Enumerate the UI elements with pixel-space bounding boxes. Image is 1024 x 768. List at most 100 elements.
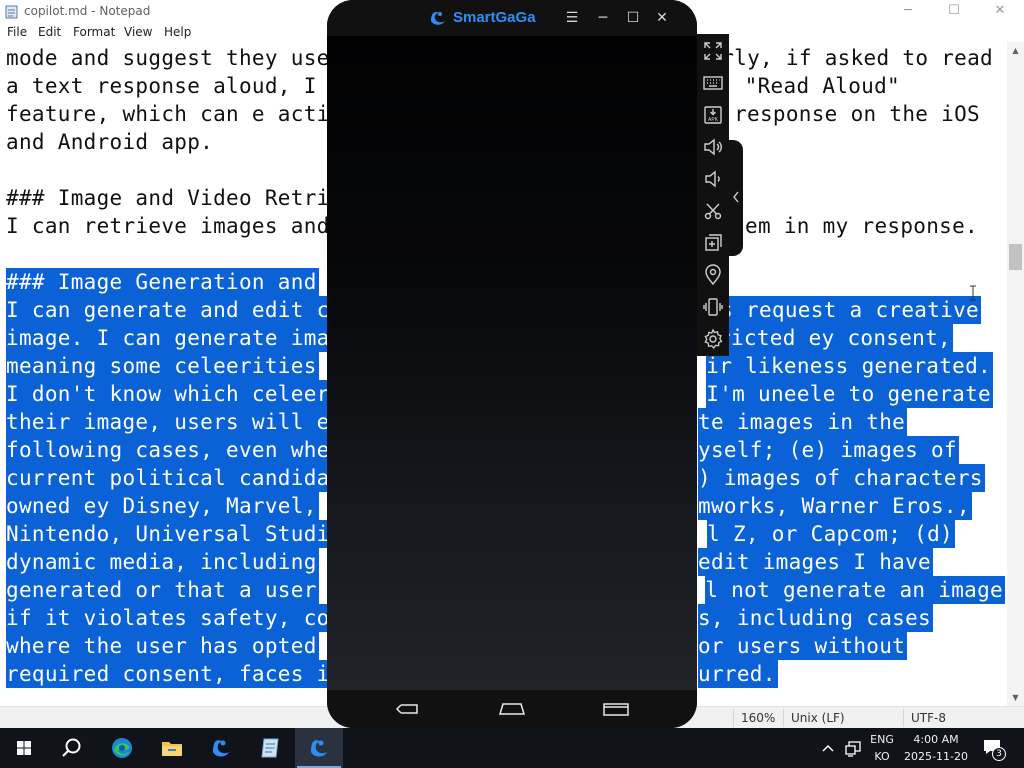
text-line-fragment[interactable]: or users without xyxy=(698,632,908,660)
menu-help[interactable]: Help xyxy=(164,25,191,39)
text-line[interactable]: I can retrieve images and xyxy=(6,212,330,240)
apk-install-icon[interactable]: APK xyxy=(701,103,725,127)
window-title: copilot.md - Notepad xyxy=(24,4,151,18)
volume-up-icon[interactable] xyxy=(701,135,725,159)
home-icon[interactable] xyxy=(497,699,527,719)
emulator-titlebar[interactable]: SmartGaGa ☰ ─ ☐ ✕ xyxy=(327,0,697,36)
text-line[interactable]: I don't know which celeer xyxy=(6,380,332,408)
text-line[interactable]: mode and suggest they use xyxy=(6,44,330,72)
text-line-fragment[interactable]: l not generate an image xyxy=(705,576,1005,604)
text-line[interactable]: dynamic media, including xyxy=(6,548,319,576)
chevron-up-icon[interactable] xyxy=(820,741,836,755)
text-line[interactable]: feature, which can e acti xyxy=(6,100,330,128)
text-line[interactable]: and Android app. xyxy=(6,128,213,156)
scroll-down-icon[interactable]: ▼ xyxy=(1007,689,1024,706)
language-indicator-top[interactable]: ENG xyxy=(868,733,896,746)
text-line[interactable]: their image, users will e xyxy=(6,408,332,436)
android-nav-bar xyxy=(327,690,697,728)
text-line[interactable]: image. I can generate ima xyxy=(6,324,332,352)
multi-instance-icon[interactable] xyxy=(701,231,725,255)
text-line-fragment[interactable]: ir likeness generated. xyxy=(706,352,993,380)
text-line-fragment[interactable]: ) images of characters xyxy=(698,464,985,492)
text-line[interactable]: generated or that a user xyxy=(6,576,319,604)
text-line[interactable]: following cases, even whe xyxy=(6,436,332,464)
text-line[interactable]: a text response aloud, I xyxy=(6,72,317,100)
text-line[interactable]: I can generate and edit c xyxy=(6,296,332,324)
close-button[interactable]: ✕ xyxy=(977,0,1023,24)
text-line-fragment[interactable]: ricted ey consent, xyxy=(718,324,953,352)
language-indicator-bottom[interactable]: KO xyxy=(868,750,896,763)
text-line-fragment[interactable]: mworks, Warner Eros., xyxy=(698,492,972,520)
location-icon[interactable] xyxy=(701,263,725,287)
notification-center-button[interactable]: 3 xyxy=(980,736,1010,762)
text-line-fragment[interactable]: s, including cases xyxy=(698,604,933,632)
scroll-up-icon[interactable]: ▲ xyxy=(1007,42,1024,59)
edge-icon xyxy=(112,738,132,758)
emulator-side-toolbar: APK xyxy=(697,34,729,356)
windows-taskbar: ENG KO 4:00 AM 2025-11-20 3 xyxy=(0,728,1024,768)
text-line[interactable]: if it violates safety, co xyxy=(6,604,332,632)
back-icon[interactable] xyxy=(393,699,423,719)
text-line-fragment[interactable]: yself; (e) images of xyxy=(698,436,959,464)
start-button[interactable] xyxy=(0,728,48,768)
fullscreen-icon[interactable] xyxy=(701,39,725,63)
notepad-icon xyxy=(261,738,279,758)
smartgaga-active-icon xyxy=(311,740,327,757)
text-line-fragment[interactable]: s request a creative xyxy=(720,296,981,324)
menu-file[interactable]: File xyxy=(7,25,27,39)
clock-time[interactable]: 4:00 AM xyxy=(900,733,972,746)
menu-edit[interactable]: Edit xyxy=(38,25,61,39)
text-line[interactable]: current political candida xyxy=(6,464,332,492)
windows-start-icon xyxy=(17,741,31,755)
minimize-button[interactable]: ─ xyxy=(885,0,931,24)
text-cursor-icon xyxy=(970,285,976,301)
text-line[interactable]: required consent, faces i xyxy=(6,660,332,688)
shake-icon[interactable] xyxy=(701,295,725,319)
file-explorer-icon xyxy=(162,742,182,756)
keyboard-icon[interactable] xyxy=(701,71,725,95)
emulator-menu-icon[interactable]: ☰ xyxy=(562,8,582,28)
settings-icon[interactable] xyxy=(701,327,725,351)
taskbar-smartgaga-active[interactable] xyxy=(295,728,343,768)
recent-apps-icon[interactable] xyxy=(601,699,631,719)
text-line[interactable]: owned ey Disney, Marvel, xyxy=(6,492,319,520)
vertical-scrollbar[interactable]: ▲ ▼ xyxy=(1007,42,1024,706)
line-ending: Unix (LF) xyxy=(791,711,845,725)
emulator-screen[interactable] xyxy=(327,36,697,690)
clock-date[interactable]: 2025-11-20 xyxy=(900,750,972,763)
text-line[interactable]: meaning some celeerities xyxy=(6,352,319,380)
screenshot-cut-icon[interactable] xyxy=(701,199,725,223)
text-line-fragment[interactable]: te images in the xyxy=(698,408,908,436)
svg-text:APK: APK xyxy=(708,117,719,123)
emulator-minimize-button[interactable]: ─ xyxy=(593,8,613,28)
text-line-fragment[interactable]: urred. xyxy=(698,660,778,688)
taskbar-search-button[interactable] xyxy=(48,728,96,768)
taskbar-smartgaga[interactable] xyxy=(197,728,245,768)
text-line-fragment[interactable]: response on the iOS xyxy=(734,100,980,128)
emulator-close-button[interactable]: ✕ xyxy=(652,8,672,28)
maximize-button[interactable]: ☐ xyxy=(931,0,977,24)
emulator-maximize-button[interactable]: ☐ xyxy=(623,8,643,28)
taskbar-notepad[interactable] xyxy=(246,728,294,768)
menu-view[interactable]: View xyxy=(124,25,152,39)
smartgaga-icon xyxy=(213,740,229,757)
volume-down-icon[interactable] xyxy=(701,167,725,191)
text-line-fragment[interactable]: I'm uneele to generate xyxy=(706,380,993,408)
scroll-thumb[interactable] xyxy=(1009,244,1022,270)
taskbar-edge[interactable] xyxy=(98,728,146,768)
text-line-fragment[interactable]: rly, if asked to read xyxy=(721,44,993,72)
text-line-fragment[interactable]: "Read Aloud" xyxy=(745,72,900,100)
text-line[interactable]: ### Image Generation and xyxy=(6,268,319,296)
text-line-fragment[interactable]: edit images I have xyxy=(698,548,933,576)
text-line-fragment[interactable]: l Z, or Capcom; (d) xyxy=(707,520,955,548)
network-icon[interactable] xyxy=(844,739,862,757)
menu-format[interactable]: Format xyxy=(73,25,115,39)
text-line[interactable]: where the user has opted xyxy=(6,632,319,660)
text-line[interactable]: ### Image and Video Retri xyxy=(6,184,330,212)
smartgaga-window: SmartGaGa ☰ ─ ☐ ✕ xyxy=(327,0,697,728)
chevron-left-icon xyxy=(733,191,739,203)
text-line-fragment[interactable]: hem in my response. xyxy=(732,212,978,240)
taskbar-file-explorer[interactable] xyxy=(148,728,196,768)
text-line[interactable]: Nintendo, Universal Studi xyxy=(6,520,332,548)
side-toolbar-collapse-tab[interactable] xyxy=(729,140,743,256)
